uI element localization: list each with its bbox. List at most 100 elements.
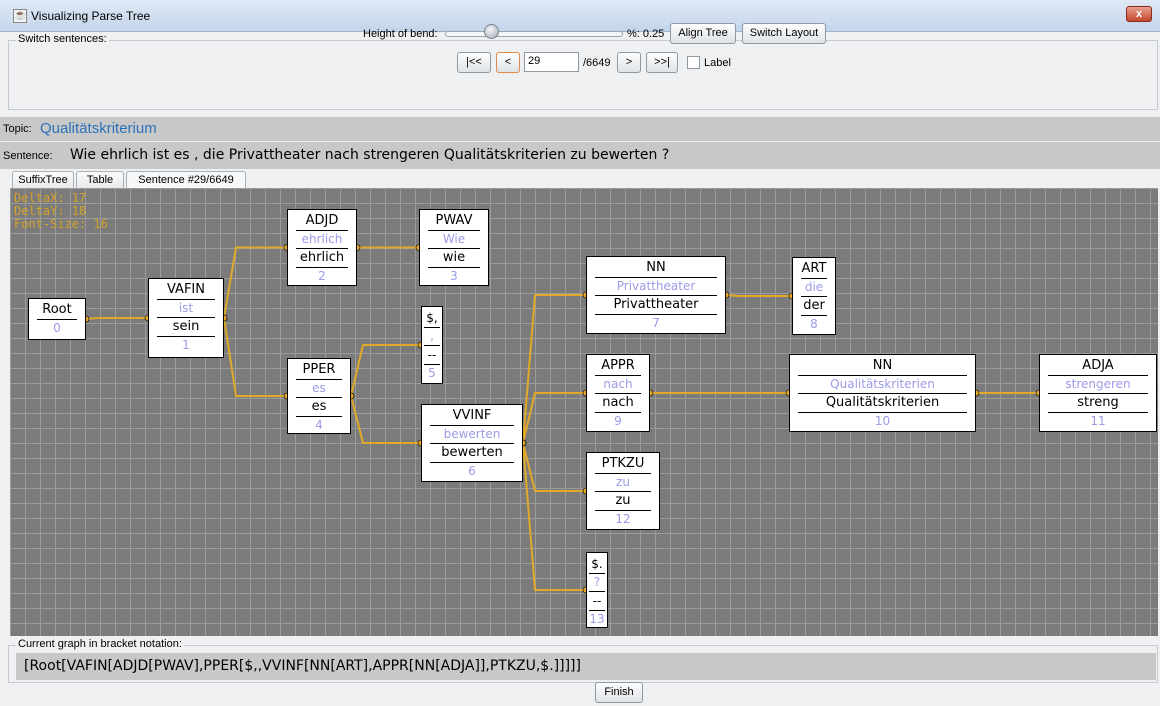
node-word: ,	[430, 329, 434, 343]
previous-sentence-button[interactable]: <	[496, 52, 520, 73]
node-divider	[595, 314, 717, 315]
node-divider	[589, 610, 605, 611]
tree-node[interactable]: NN Privattheater Privattheater 7	[586, 256, 726, 334]
tree-node[interactable]: VAFIN ist sein 1	[148, 278, 224, 358]
node-index: 7	[652, 316, 660, 330]
node-divider	[430, 443, 514, 444]
last-sentence-button[interactable]: >>|	[646, 52, 678, 73]
node-divider	[424, 345, 440, 346]
bend-slider-knob[interactable]	[484, 24, 499, 39]
node-divider	[296, 230, 348, 231]
tree-node[interactable]: ART die der 8	[792, 257, 836, 335]
close-window-button[interactable]: x	[1126, 6, 1152, 22]
node-divider	[428, 230, 480, 231]
node-divider	[296, 379, 342, 380]
node-tag: ART	[801, 261, 827, 276]
node-lemma: Privattheater	[613, 297, 699, 312]
label-checkbox-text: Label	[704, 57, 731, 69]
sentence-index-input[interactable]: 29	[524, 52, 579, 72]
tree-edge	[522, 442, 586, 591]
parse-tree-canvas[interactable]: DeltaX: 17 DeltaY: 18 Font-Size: 16 Root…	[10, 188, 1158, 636]
node-lemma: es	[311, 399, 327, 414]
node-divider	[424, 327, 440, 328]
node-divider	[595, 510, 651, 511]
node-tag: APPR	[601, 358, 635, 373]
align-tree-button[interactable]: Align Tree	[670, 23, 736, 44]
node-tag: VAFIN	[167, 282, 205, 297]
tree-node[interactable]: PTKZU zu zu 12	[586, 452, 660, 530]
node-divider	[595, 412, 641, 413]
node-divider	[1048, 375, 1148, 376]
node-tag: NN	[646, 260, 666, 275]
node-tag: PTKZU	[601, 456, 645, 471]
sentence-row: Sentence: Wie ehrlich ist es , die Priva…	[0, 142, 1160, 169]
window-titlebar: ☕ Visualizing Parse Tree x	[0, 0, 1160, 32]
node-lemma: Qualitätskriterien	[825, 395, 940, 410]
node-divider	[296, 397, 342, 398]
node-index: 5	[428, 366, 436, 380]
sentence-key: Sentence:	[3, 150, 53, 162]
tree-node[interactable]: Root 0	[28, 298, 86, 340]
next-sentence-button[interactable]: >	[617, 52, 641, 73]
node-lemma: der	[803, 298, 825, 313]
node-divider	[424, 364, 440, 365]
tree-edge	[522, 442, 586, 492]
node-divider	[589, 591, 605, 592]
node-index: 3	[450, 269, 458, 283]
node-divider	[801, 278, 827, 279]
tab-table[interactable]: Table	[76, 171, 124, 189]
tree-node[interactable]: $.? -- 13	[586, 552, 608, 628]
first-sentence-button[interactable]: |<<	[457, 52, 491, 73]
tree-node[interactable]: ADJA strengeren streng 11	[1039, 354, 1157, 432]
node-divider	[801, 296, 827, 297]
tree-node[interactable]: ADJD ehrlich ehrlich 2	[287, 209, 357, 286]
node-lemma: nach	[602, 395, 634, 410]
node-divider	[430, 462, 514, 463]
node-word: Privattheater	[616, 279, 696, 293]
bend-value-label: %: 0.25	[627, 28, 665, 40]
node-lemma: sein	[172, 319, 200, 334]
tree-node[interactable]: NN Qualitätskriterien Qualitätskriterien 10	[789, 354, 976, 432]
node-lemma: wie	[442, 250, 466, 265]
tree-edge	[85, 317, 148, 320]
tree-node[interactable]: APPR nach nach 9	[586, 354, 650, 432]
bracket-notation-legend: Current graph in bracket notation:	[16, 638, 184, 650]
label-checkbox[interactable]	[687, 56, 700, 69]
node-divider	[430, 425, 514, 426]
node-word: ist	[178, 301, 194, 315]
finish-button[interactable]: Finish	[595, 682, 643, 703]
tree-edge	[522, 294, 586, 444]
node-divider	[595, 277, 717, 278]
tree-edges	[82, 244, 1043, 594]
node-divider	[157, 299, 215, 300]
bend-slider-track[interactable]	[445, 31, 623, 37]
tab-sentence[interactable]: Sentence #29/6649	[126, 171, 246, 189]
tree-node[interactable]: PWAV Wie wie 3	[419, 209, 489, 286]
node-index: 1	[182, 338, 190, 352]
sentence-value: Wie ehrlich ist es , die Privattheater n…	[70, 147, 670, 163]
tree-edge	[725, 294, 792, 297]
node-index: 8	[810, 317, 818, 331]
topic-key: Topic:	[3, 123, 32, 135]
node-divider	[798, 412, 967, 413]
tree-node[interactable]: $,, -- 5	[421, 306, 443, 384]
node-divider	[157, 317, 215, 318]
node-index: 13	[589, 612, 605, 626]
tree-edge	[350, 344, 421, 397]
node-lemma: --	[592, 594, 602, 608]
node-tag: $,	[426, 311, 438, 325]
node-lemma: zu	[615, 493, 631, 508]
tree-node[interactable]: PPER es es 4	[287, 358, 351, 434]
bracket-notation-value: [Root[VAFIN[ADJD[PWAV],PPER[$,,VVINF[NN[…	[16, 653, 1156, 680]
node-word: Wie	[442, 232, 466, 246]
tree-node[interactable]: VVINF bewerten bewerten 6	[421, 404, 523, 482]
node-tag: Root	[42, 302, 72, 317]
height-of-bend-label: Height of bend:	[363, 28, 438, 40]
node-index: 10	[874, 414, 891, 428]
node-tag: ADJA	[1082, 358, 1114, 373]
node-lemma: ehrlich	[299, 250, 345, 265]
node-divider	[798, 375, 967, 376]
switch-layout-button[interactable]: Switch Layout	[742, 23, 826, 44]
node-divider	[1048, 412, 1148, 413]
tab-suffixtree[interactable]: SuffixTree	[12, 171, 74, 189]
